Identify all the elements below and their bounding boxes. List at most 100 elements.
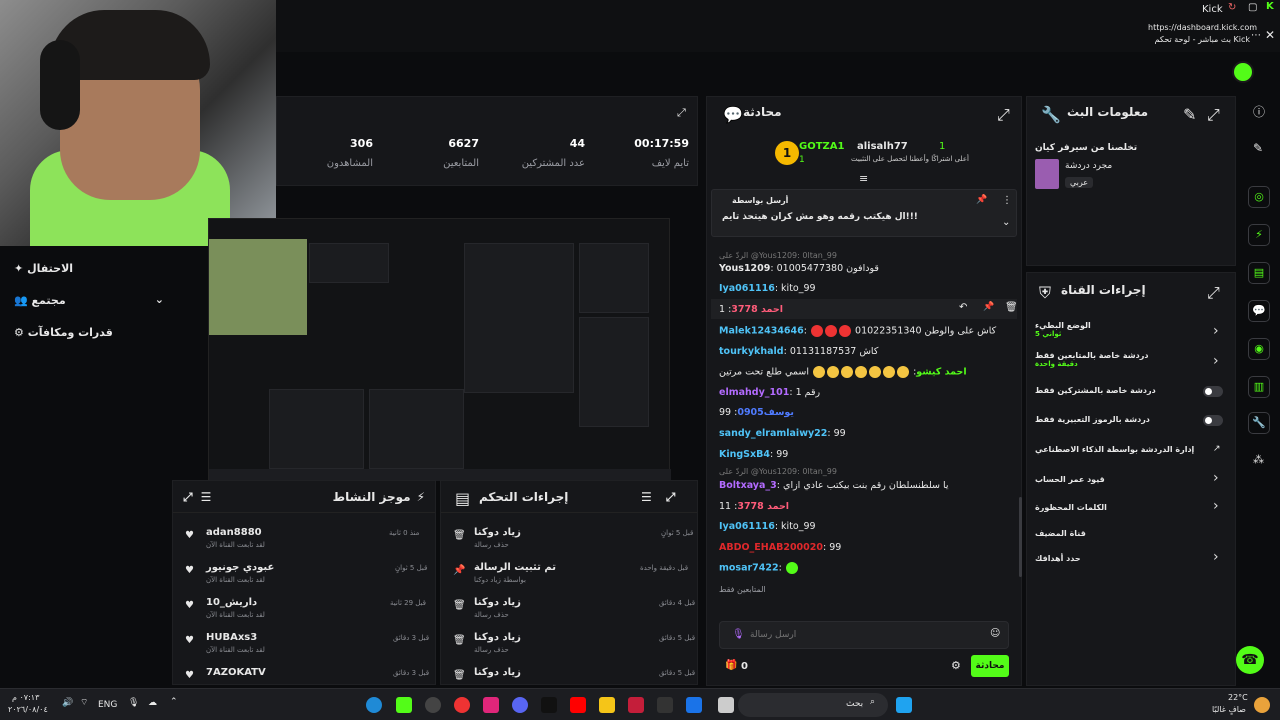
rail-button-chat[interactable]: 💬	[1248, 300, 1270, 322]
chat-message[interactable]: احمد كيشو: اسمي طلع تحت مرتين	[719, 366, 967, 378]
chat-message[interactable]: Malek12434646: كاش على والوطن 0102235134…	[719, 325, 996, 337]
chat-scrollbar[interactable]	[1019, 497, 1022, 577]
chat-message[interactable]: Boltxaya_3: يا سلطنسلطان رقم بنت بيكتب ع…	[719, 480, 949, 491]
gift-icon[interactable]: 🎁	[725, 661, 737, 671]
refresh-icon[interactable]: ↻	[1228, 3, 1236, 13]
chat-input-box[interactable]: 🎙 ☺	[719, 621, 1009, 649]
trash-icon[interactable]: 🗑	[1005, 303, 1018, 313]
sidebar-item-community[interactable]: 👥 مجتمع ⌄	[14, 294, 164, 307]
search-box[interactable]: بحث ⌕	[738, 693, 888, 717]
gifter-name-2[interactable]: alisalh77	[857, 141, 908, 152]
volume-icon[interactable]: 🔊	[62, 699, 73, 708]
filter-icon[interactable]: ☰	[201, 491, 212, 503]
chevron-right-icon[interactable]: ›	[1213, 549, 1219, 565]
chat-message[interactable]: احمد 3778: 11	[719, 501, 789, 512]
discord-icon[interactable]	[512, 697, 528, 713]
chevron-right-icon[interactable]: ›	[1213, 498, 1219, 514]
chat-message[interactable]: ABDO_EHAB200020: 99	[719, 542, 841, 553]
settings-dots-icon[interactable]: ⋯	[1251, 31, 1261, 41]
chevron-right-icon[interactable]: ›	[1213, 470, 1219, 486]
expand-icon[interactable]: ⤢	[1207, 285, 1220, 301]
subscribers-only-toggle[interactable]	[1203, 386, 1223, 397]
stream-preview[interactable]	[208, 218, 671, 481]
obs-icon[interactable]	[425, 697, 441, 713]
restore-icon[interactable]: ▢	[1248, 3, 1257, 13]
sidebar-item-rewards[interactable]: ⚙ قدرات ومكافآت	[14, 326, 113, 339]
epic-games-icon[interactable]	[657, 697, 673, 713]
collapse-icon[interactable]: ≡	[859, 173, 868, 184]
support-button[interactable]: ☎	[1236, 646, 1264, 674]
pin-icon[interactable]: 📌	[976, 196, 987, 205]
emotes-only-toggle[interactable]	[1203, 415, 1223, 426]
chat-message[interactable]: mosar7422:	[719, 562, 799, 574]
host-channel-item[interactable]: قناة المضيف	[1035, 529, 1086, 538]
slow-mode-item[interactable]: الوضع البطيء 5 ثواني	[1035, 321, 1091, 338]
edit-icon[interactable]: ✎	[1183, 107, 1196, 123]
language-indicator[interactable]: ENG	[98, 700, 117, 710]
send-button[interactable]: محادثة	[971, 655, 1009, 677]
filter-icon[interactable]: ☰	[641, 491, 652, 503]
sidebar-item-celebration[interactable]: ✦ الاحتفال	[14, 262, 73, 275]
chat-message[interactable]: KingSxB4: 99	[719, 449, 788, 460]
wrench-icon: 🔧	[1041, 105, 1061, 124]
chat-message[interactable]: Yous1209: قودافون 01005477380	[719, 263, 879, 274]
dots-icon[interactable]: ⁂	[1253, 454, 1264, 465]
external-link-icon[interactable]: ↗	[1213, 445, 1221, 454]
goals-item[interactable]: حدد أهدافك	[1035, 554, 1081, 563]
adobe-icon[interactable]	[628, 697, 644, 713]
ai-moderation-item[interactable]: إدارة الدردشة بواسطة الذكاء الاصطناعي	[1035, 445, 1194, 454]
avatar[interactable]	[1232, 61, 1254, 83]
followers-only-item[interactable]: دردشة خاصة بالمتابعين فقط دقيقة واحدة	[1035, 351, 1148, 368]
chat-message[interactable]: tourkykhald: كاش 01131187537	[719, 346, 878, 357]
chat-message[interactable]: elmahdy_101: رقم 1	[719, 387, 820, 398]
close-icon[interactable]: ✕	[1265, 29, 1275, 41]
info-icon[interactable]: ⓘ	[1253, 106, 1265, 118]
youtube-icon[interactable]	[570, 697, 586, 713]
rail-button-doc[interactable]: ▤	[1248, 262, 1270, 284]
expand-icon[interactable]: ⤢	[997, 107, 1010, 123]
expand-icon[interactable]: ⤢	[183, 491, 193, 503]
edge-icon[interactable]	[366, 697, 382, 713]
reply-icon[interactable]: ↶	[959, 303, 967, 313]
headset	[40, 40, 80, 130]
chat-message[interactable]: sandy_elramlaiwy22: 99	[719, 428, 846, 439]
expand-icon[interactable]: ⤢	[666, 491, 676, 503]
chat-message[interactable]: Iya061116: kito_99	[719, 521, 816, 532]
expand-icon[interactable]: ⤢	[1207, 107, 1220, 123]
chat-input[interactable]	[750, 626, 970, 644]
store-icon[interactable]	[686, 697, 702, 713]
rail-button-wrench[interactable]: 🔧	[1248, 412, 1270, 434]
cloud-icon[interactable]: ☁	[148, 699, 157, 708]
mic-icon[interactable]: 🎙	[732, 630, 745, 640]
emoji-icon[interactable]: ☺	[990, 629, 1000, 639]
kick-app-icon[interactable]	[396, 697, 412, 713]
chrome-icon[interactable]	[454, 697, 470, 713]
folder-icon[interactable]	[599, 697, 615, 713]
tiktok-icon[interactable]	[541, 697, 557, 713]
account-age-item[interactable]: قيود عمر الحساب	[1035, 475, 1105, 484]
url-text[interactable]: https://dashboard.kick.com	[1148, 22, 1257, 34]
chevron-right-icon[interactable]: ›	[1213, 353, 1219, 369]
chevron-down-icon[interactable]: ⌄	[1002, 218, 1010, 228]
more-icon[interactable]: ⋮	[1002, 196, 1012, 206]
expand-icon[interactable]: ⤢	[677, 107, 686, 118]
rail-button-capture[interactable]: ◎	[1248, 186, 1270, 208]
chat-message[interactable]: احمد 3778: 1	[719, 304, 783, 315]
chevron-up-icon[interactable]: ⌃	[170, 698, 178, 707]
rail-button-broadcast[interactable]: ◉	[1248, 338, 1270, 360]
tiktok-live-icon[interactable]	[483, 697, 499, 713]
mic-icon[interactable]: 🎙	[128, 699, 139, 708]
task-view-icon[interactable]	[718, 697, 734, 713]
gear-icon[interactable]: ⚙	[951, 660, 961, 671]
gifter-name[interactable]: GOTZA1	[799, 141, 844, 152]
chevron-right-icon[interactable]: ›	[1213, 323, 1219, 339]
pin-icon[interactable]: 📌	[983, 303, 994, 312]
start-icon[interactable]	[896, 697, 912, 713]
chat-message[interactable]: يوسف0905: 99	[719, 407, 794, 418]
rail-button-bolt[interactable]: ⚡	[1248, 224, 1270, 246]
banned-words-item[interactable]: الكلمات المحظورة	[1035, 503, 1107, 512]
rail-button-layout[interactable]: ▥	[1248, 376, 1270, 398]
pencil-icon[interactable]: ✎	[1253, 142, 1263, 154]
chat-message[interactable]: Iya061116: kito_99	[719, 283, 816, 294]
wifi-icon[interactable]: ⌔	[80, 699, 88, 708]
